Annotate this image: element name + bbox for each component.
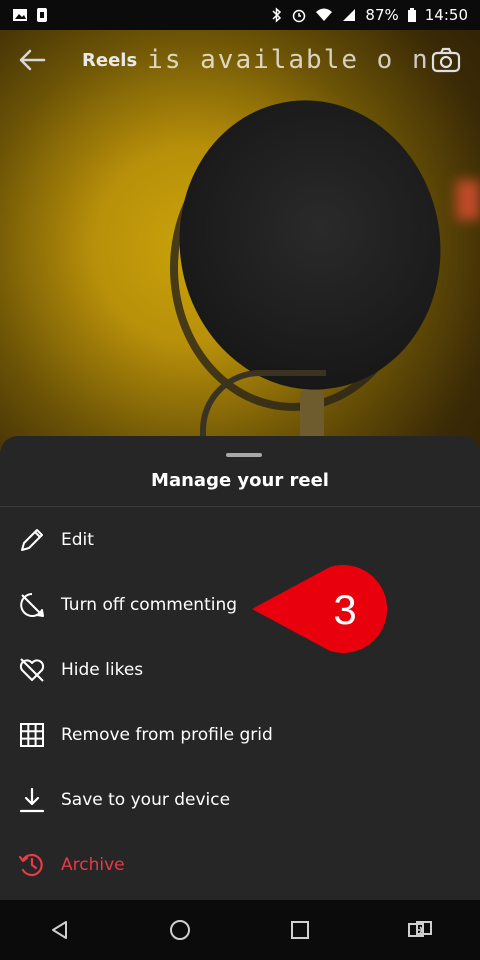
manage-reel-sheet: Manage your reel Edit Turn off commentin… — [0, 436, 480, 900]
sheet-drag-handle[interactable] — [226, 453, 262, 457]
page-title: Reels — [82, 49, 138, 71]
menu-item-label: Save to your device — [61, 790, 231, 810]
grid-icon — [18, 721, 46, 749]
camera-icon[interactable] — [428, 42, 464, 78]
sim-icon — [36, 7, 48, 23]
menu-item-label: Remove from profile grid — [61, 725, 273, 745]
sheet-title: Manage your reel — [151, 470, 329, 491]
gallery-icon — [12, 7, 28, 23]
menu-item-save-to-device[interactable]: Save to your device — [0, 768, 480, 832]
menu-item-label: Turn off commenting — [61, 595, 238, 615]
menu-item-label: Hide likes — [61, 660, 144, 680]
step-number: 3 — [333, 586, 356, 633]
menu-item-remove-from-grid[interactable]: Remove from profile grid — [0, 703, 480, 767]
heart-off-icon — [18, 656, 46, 684]
archive-icon — [18, 851, 46, 879]
clock: 14:50 — [424, 6, 468, 24]
menu-item-label: Edit — [61, 530, 94, 550]
system-nav-bar — [0, 900, 480, 960]
divider — [0, 506, 480, 507]
switch-apps-icon[interactable] — [390, 900, 450, 960]
pencil-icon — [18, 526, 46, 554]
back-triangle-icon[interactable] — [30, 900, 90, 960]
bluetooth-icon — [271, 7, 283, 23]
home-circle-icon[interactable] — [150, 900, 210, 960]
menu-item-archive[interactable]: Archive — [0, 833, 480, 897]
step-callout: 3 — [250, 562, 410, 656]
battery-icon — [407, 7, 417, 23]
light-glow — [456, 180, 480, 220]
status-bar: 87% 14:50 — [0, 0, 480, 30]
video-overlay-text: is available o n — [147, 45, 430, 75]
battery-percent: 87% — [365, 6, 399, 24]
alarm-icon — [291, 7, 307, 23]
signal-icon — [341, 7, 357, 23]
recents-square-icon[interactable] — [270, 900, 330, 960]
menu-item-label: Archive — [61, 855, 125, 875]
wifi-icon — [315, 7, 333, 23]
reels-top-bar: Reels is available o n — [0, 30, 480, 90]
back-arrow-icon[interactable] — [16, 44, 48, 76]
comment-off-icon — [18, 591, 46, 619]
download-icon — [18, 786, 46, 814]
